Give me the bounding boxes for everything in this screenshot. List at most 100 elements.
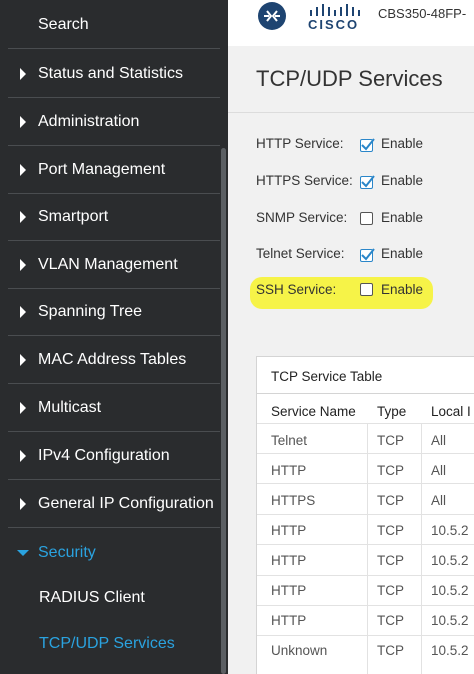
caret-right-icon bbox=[8, 164, 38, 176]
sidebar-item-search[interactable]: Search bbox=[8, 2, 220, 49]
sidebar-item-spanning-tree[interactable]: Spanning Tree bbox=[8, 289, 220, 336]
cell-type: TCP bbox=[377, 613, 404, 628]
tcp-service-table: TCP Service Table Service Name Type Loca… bbox=[256, 356, 474, 674]
sidebar-item-administration[interactable]: Administration bbox=[8, 99, 220, 146]
cell-service-name: HTTP bbox=[271, 613, 307, 628]
caret-right-icon bbox=[8, 68, 38, 80]
service-label: HTTPS Service: bbox=[256, 173, 353, 188]
caret-right-icon bbox=[8, 259, 38, 271]
http-enable-checkbox[interactable] bbox=[360, 138, 375, 152]
cell-type: TCP bbox=[377, 583, 404, 598]
cell-type: TCP bbox=[377, 493, 404, 508]
row-divider bbox=[257, 575, 474, 576]
checkmark-icon bbox=[361, 248, 375, 261]
sidebar-scrollbar-thumb[interactable] bbox=[221, 148, 226, 674]
sidebar-item-vlan-management[interactable]: VLAN Management bbox=[8, 242, 220, 289]
sidebar-item-general-ip-configuration[interactable]: General IP Configuration bbox=[8, 481, 220, 528]
row-divider bbox=[257, 423, 474, 424]
sidebar-item-port-management[interactable]: Port Management bbox=[8, 147, 220, 194]
caret-right-icon bbox=[8, 450, 38, 462]
page-title: TCP/UDP Services bbox=[256, 66, 443, 91]
sidebar-item-status-statistics[interactable]: Status and Statistics bbox=[8, 51, 220, 98]
sidebar-nav: Search Status and Statistics Administrat… bbox=[0, 0, 228, 674]
table-divider bbox=[257, 393, 474, 394]
cell-local-ip: All bbox=[431, 493, 447, 508]
brand-wordmark: CISCO bbox=[308, 17, 360, 32]
caret-down-icon bbox=[8, 549, 38, 557]
enable-label: Enable bbox=[381, 210, 424, 225]
sidebar-item-label: MAC Address Tables bbox=[38, 351, 187, 368]
title-divider bbox=[228, 112, 474, 113]
sidebar-item-mac-address-tables[interactable]: MAC Address Tables bbox=[8, 337, 220, 384]
app-logo-icon[interactable] bbox=[258, 2, 286, 30]
column-divider bbox=[421, 423, 422, 674]
row-divider bbox=[257, 483, 474, 484]
caret-right-icon bbox=[8, 498, 38, 510]
sidebar-item-smartport[interactable]: Smartport bbox=[8, 194, 220, 241]
cell-service-name: HTTPS bbox=[271, 493, 316, 508]
cell-service-name: HTTP bbox=[271, 523, 307, 538]
cell-local-ip: 10.5.2 bbox=[431, 613, 469, 628]
sidebar-subitem-tcp-udp-services[interactable]: TCP/UDP Services bbox=[8, 622, 220, 666]
ssh-enable-checkbox[interactable] bbox=[360, 283, 373, 296]
snmp-enable-checkbox[interactable] bbox=[360, 212, 373, 225]
row-divider bbox=[257, 514, 474, 515]
caret-right-icon bbox=[8, 116, 38, 128]
sidebar-item-label: IPv4 Configuration bbox=[38, 447, 170, 464]
sidebar-item-label: Administration bbox=[38, 113, 140, 130]
column-divider bbox=[367, 423, 368, 674]
enable-label: Enable bbox=[381, 282, 424, 297]
cisco-logo-icon bbox=[310, 4, 360, 16]
service-label: HTTP Service: bbox=[256, 136, 344, 151]
row-divider bbox=[257, 544, 474, 545]
sidebar-item-security[interactable]: Security bbox=[8, 529, 220, 576]
row-divider bbox=[257, 635, 474, 636]
enable-label: Enable bbox=[381, 173, 424, 188]
sidebar-item-label: RADIUS Client bbox=[39, 589, 145, 606]
cell-service-name: Unknown bbox=[271, 643, 328, 658]
column-header-local-ip[interactable]: Local I bbox=[431, 404, 471, 419]
row-divider bbox=[257, 605, 474, 606]
column-header-service-name[interactable]: Service Name bbox=[271, 404, 356, 419]
enable-label: Enable bbox=[381, 246, 424, 261]
sidebar-item-label: TCP/UDP Services bbox=[39, 635, 175, 652]
https-enable-checkbox[interactable] bbox=[360, 175, 375, 189]
caret-right-icon bbox=[8, 306, 38, 318]
sidebar-item-label: Multicast bbox=[38, 399, 102, 416]
sidebar-item-label: Status and Statistics bbox=[38, 65, 183, 82]
sidebar-item-label: Security bbox=[38, 543, 96, 561]
sidebar-subitem-radius-client[interactable]: RADIUS Client bbox=[8, 576, 220, 620]
service-label: Telnet Service: bbox=[256, 246, 345, 261]
row-divider bbox=[257, 453, 474, 454]
sidebar-item-ipv4-configuration[interactable]: IPv4 Configuration bbox=[8, 433, 220, 480]
sidebar-item-label: Port Management bbox=[38, 161, 166, 178]
main-content: TCP/UDP Services HTTP Service: Enable HT… bbox=[228, 46, 474, 674]
cell-local-ip: All bbox=[431, 463, 447, 478]
cell-local-ip: 10.5.2 bbox=[431, 643, 469, 658]
sidebar-item-label: General IP Configuration bbox=[38, 495, 214, 512]
caret-right-icon bbox=[8, 402, 38, 414]
caret-right-icon bbox=[8, 211, 38, 223]
caret-right-icon bbox=[8, 354, 38, 366]
table-title: TCP Service Table bbox=[271, 369, 383, 384]
enable-label: Enable bbox=[381, 136, 424, 151]
service-label: SNMP Service: bbox=[256, 210, 348, 225]
cell-type: TCP bbox=[377, 523, 404, 538]
sidebar-item-label: Search bbox=[38, 16, 89, 33]
cell-local-ip: 10.5.2 bbox=[431, 523, 469, 538]
telnet-enable-checkbox[interactable] bbox=[360, 248, 375, 262]
column-header-type[interactable]: Type bbox=[377, 404, 406, 419]
cell-local-ip: 10.5.2 bbox=[431, 583, 469, 598]
sidebar-item-multicast[interactable]: Multicast bbox=[8, 385, 220, 432]
service-label: SSH Service: bbox=[256, 282, 337, 297]
device-name: CBS350-48FP- bbox=[378, 6, 467, 21]
sidebar-item-label: Spanning Tree bbox=[38, 303, 143, 320]
cell-type: TCP bbox=[377, 643, 404, 658]
sidebar-item-label: VLAN Management bbox=[38, 256, 178, 273]
cell-service-name: HTTP bbox=[271, 463, 307, 478]
cell-type: TCP bbox=[377, 463, 404, 478]
top-header: CISCO CBS350-48FP- bbox=[228, 0, 474, 46]
cell-service-name: HTTP bbox=[271, 583, 307, 598]
cell-type: TCP bbox=[377, 553, 404, 568]
checkmark-icon bbox=[361, 175, 375, 188]
